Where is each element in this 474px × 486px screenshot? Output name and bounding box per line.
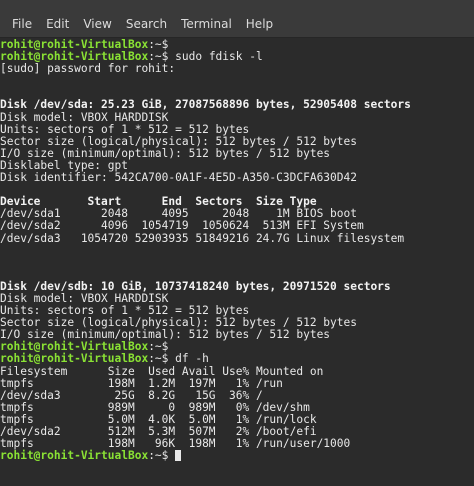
command-text: sudo fdisk -l: [168, 50, 263, 64]
menu-terminal[interactable]: Terminal: [174, 17, 239, 37]
menu-help[interactable]: Help: [239, 17, 280, 37]
df-header: Filesystem Size Used Avail Use% Mounted …: [0, 364, 324, 378]
df-row: tmpfs 198M 1.2M 197M 1% /run: [0, 376, 283, 390]
menu-view[interactable]: View: [76, 17, 118, 37]
prompt-suffix: :~$: [148, 50, 169, 64]
prompt-user: rohit@rohit-VirtualBox: [0, 352, 149, 366]
menu-search[interactable]: Search: [119, 17, 174, 37]
prompt-suffix: :~$: [148, 340, 169, 354]
disk-units: Units: sectors of 1 * 512 = 512 bytes: [0, 122, 250, 136]
terminal-output[interactable]: rohit@rohit-VirtualBox:~$ rohit@rohit-Vi…: [0, 39, 474, 486]
terminal-window: File Edit View Search Terminal Help rohi…: [0, 0, 474, 486]
menu-edit[interactable]: Edit: [39, 17, 76, 37]
partition-row: /dev/sda3 1054720 52903935 51849216 24.7…: [0, 231, 405, 245]
df-row: /dev/sda3 25G 8.2G 15G 36% /: [0, 388, 263, 402]
command-text: df -h: [168, 352, 209, 366]
disk-identifier: Disk identifier: 542CA700-0A1F-4E5D-A350…: [0, 171, 357, 185]
prompt-suffix: :~$: [148, 449, 169, 463]
prompt-user: rohit@rohit-VirtualBox: [0, 340, 149, 354]
menu-bar: File Edit View Search Terminal Help: [0, 0, 474, 38]
prompt-suffix: :~$: [148, 352, 169, 366]
prompt-line: rohit@rohit-VirtualBox:~$ df -h: [0, 353, 474, 365]
disk-header: Disk /dev/sda: 25.23 GiB, 27087568896 by…: [0, 98, 411, 112]
partition-row: /dev/sda2 4096 1054719 1050624 513M EFI …: [0, 219, 364, 233]
text-cursor: [175, 450, 182, 462]
prompt-line: rohit@rohit-VirtualBox:~$: [0, 450, 474, 462]
prompt-user: rohit@rohit-VirtualBox: [0, 449, 149, 463]
sudo-prompt: [sudo] password for rohit:: [0, 62, 176, 76]
disk-model: Disk model: VBOX HARDDISK: [0, 110, 169, 124]
prompt-user: rohit@rohit-VirtualBox: [0, 50, 149, 64]
menu-file[interactable]: File: [5, 17, 39, 37]
